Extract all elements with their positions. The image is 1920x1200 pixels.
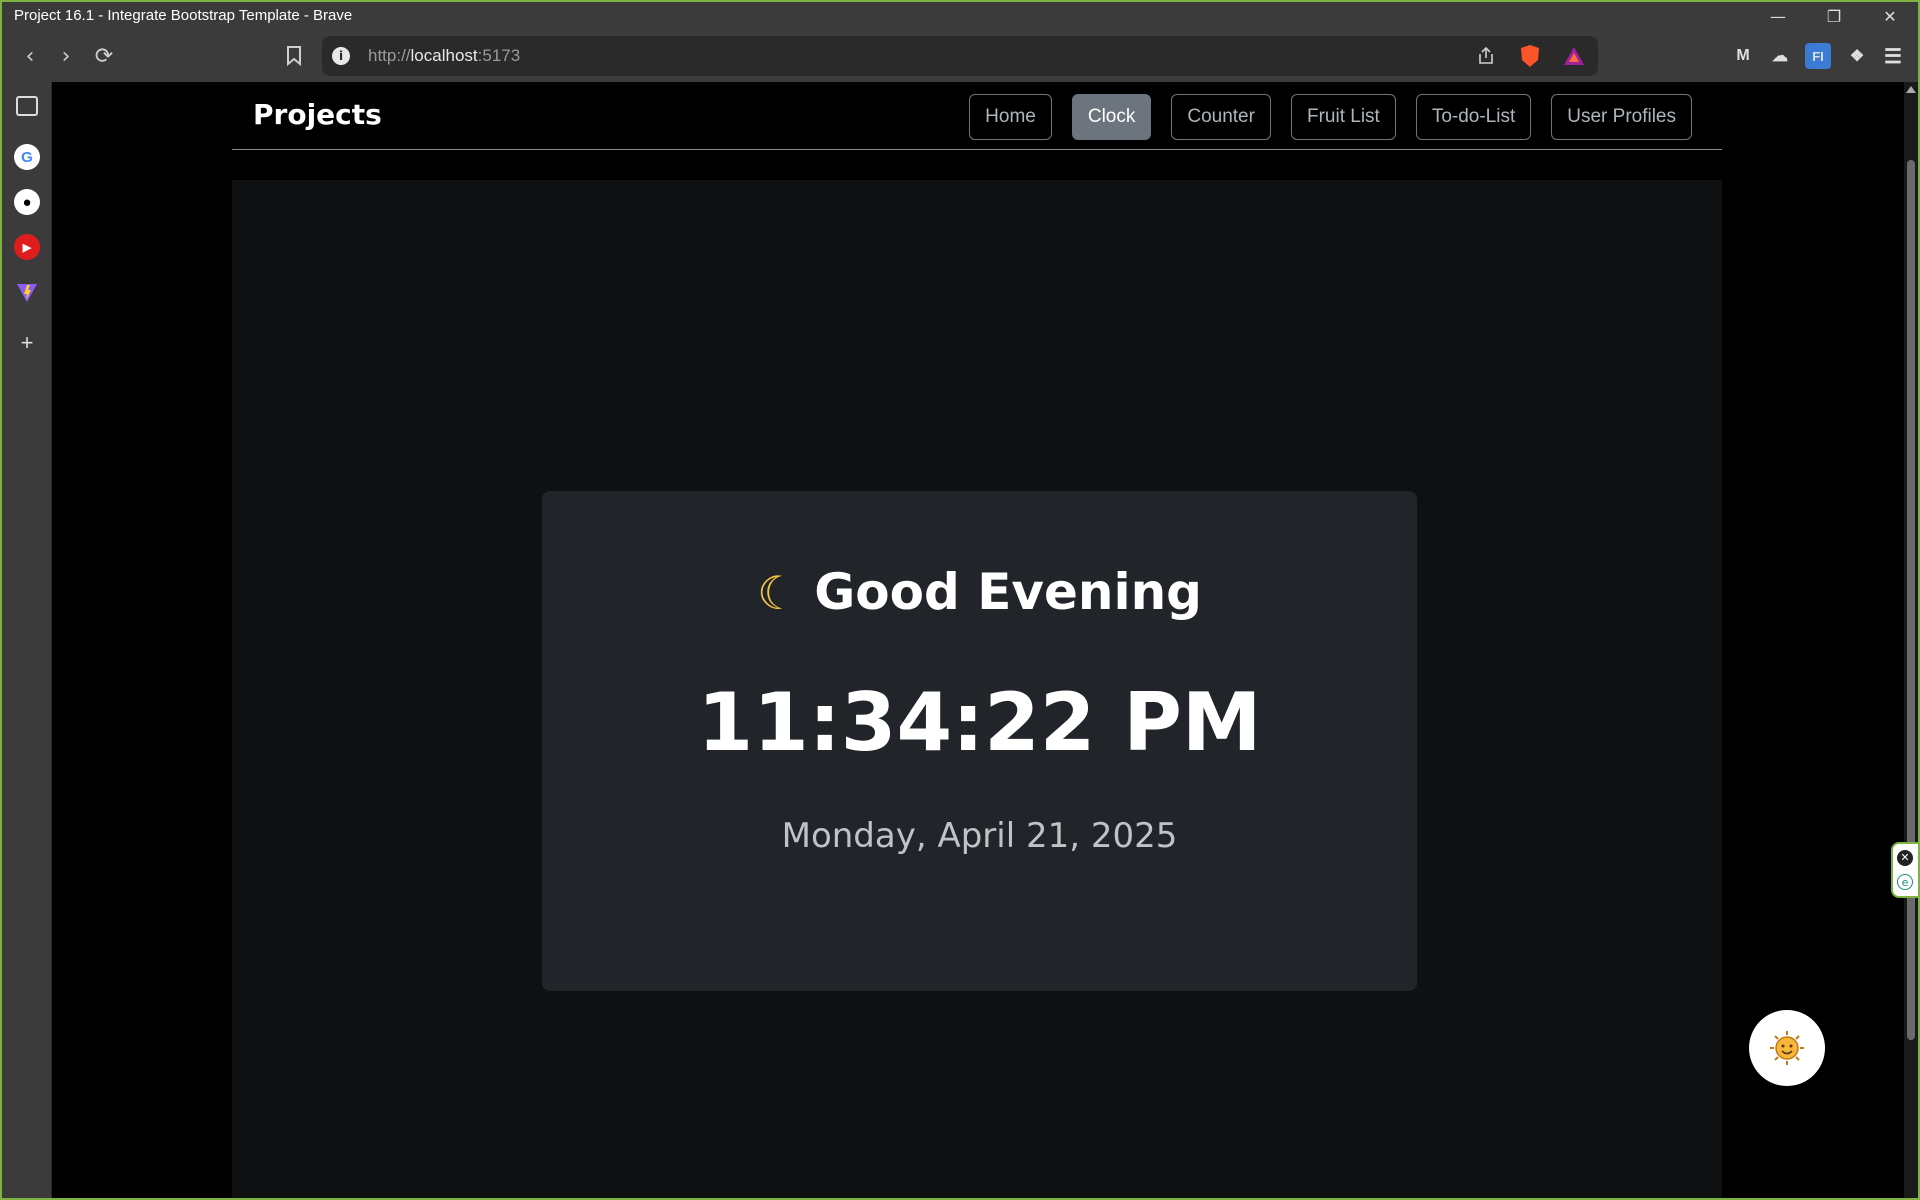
greeting: ☾ Good Evening [542,563,1417,621]
close-icon[interactable]: ✕ [1862,2,1918,30]
nav-link-home[interactable]: Home [969,94,1052,140]
google-icon[interactable]: G [14,144,40,170]
add-panel-icon[interactable]: + [14,330,40,356]
sidebar-toggle-icon[interactable] [16,96,38,116]
forward-icon[interactable]: › [50,40,82,72]
nav-link-clock[interactable]: Clock [1071,94,1152,140]
address-bar[interactable]: i http://localhost:5173 [322,36,1598,76]
github-icon[interactable]: ● [14,189,40,215]
scrollbar-thumb[interactable] [1907,160,1915,1040]
floating-side-widget[interactable]: ✕ e [1891,842,1918,898]
youtube-icon[interactable]: ▶ [14,234,40,260]
widget-close-icon[interactable]: ✕ [1897,850,1913,866]
smiley-sun-button[interactable] [1749,1010,1825,1086]
minimize-icon[interactable]: — [1750,2,1806,30]
page-viewport: Projects Home Clock Counter Fruit List T… [53,82,1904,1198]
nav-links: Home Clock Counter Fruit List To-do-List… [969,94,1692,140]
clock-date: Monday, April 21, 2025 [781,816,1178,856]
extension-icon[interactable]: ☁ [1767,43,1793,69]
bookmark-icon[interactable] [278,40,310,72]
site-info-icon[interactable]: i [332,47,350,65]
page-scrollbar[interactable] [1904,82,1918,1198]
moon-icon: ☾ [757,566,799,620]
title-bar: Project 16.1 - Integrate Bootstrap Templ… [2,2,1918,30]
nav-link-user-profiles[interactable]: User Profiles [1551,94,1692,140]
mail-extension-icon[interactable]: M [1730,43,1756,69]
clock-card: ☾ Good Evening 11:34:22 PM Monday, April … [542,491,1417,991]
nav-link-fruit-list[interactable]: Fruit List [1290,94,1396,140]
reload-icon[interactable]: ⟳ [88,40,120,72]
site-navbar: Projects Home Clock Counter Fruit List T… [232,82,1722,150]
window-title: Project 16.1 - Integrate Bootstrap Templ… [14,7,353,24]
puzzle-icon[interactable]: ❖ [1844,43,1870,69]
main-content: ☾ Good Evening 11:34:22 PM Monday, April … [232,180,1722,1198]
back-icon[interactable]: ‹ [14,40,46,72]
navbar-brand[interactable]: Projects [253,98,382,131]
vite-icon[interactable] [14,279,40,305]
menu-icon[interactable]: ☰ [1880,43,1906,69]
widget-e-icon[interactable]: e [1897,874,1913,890]
greeting-text: Good Evening [814,563,1202,621]
scroll-up-icon[interactable] [1906,86,1916,93]
restore-icon[interactable]: ❐ [1806,2,1862,30]
fi-extension-icon[interactable]: FI [1805,43,1831,69]
browser-toolbar: ‹ › ⟳ i http://localhost:5173 M ☁ FI ❖ ☰ [2,30,1918,82]
brave-rewards-icon[interactable] [1562,44,1586,68]
url-text[interactable]: http://localhost:5173 [368,46,520,66]
side-panel: G ● ▶ + [2,82,52,1198]
clock-time: 11:34:22 PM [697,676,1262,769]
nav-link-todo-list[interactable]: To-do-List [1415,94,1532,140]
brave-shields-icon[interactable] [1518,44,1542,68]
browser-window: Project 16.1 - Integrate Bootstrap Templ… [2,2,1918,1198]
share-icon[interactable] [1474,44,1498,68]
sun-smiley-icon [1770,1031,1804,1065]
nav-link-counter[interactable]: Counter [1171,94,1271,140]
